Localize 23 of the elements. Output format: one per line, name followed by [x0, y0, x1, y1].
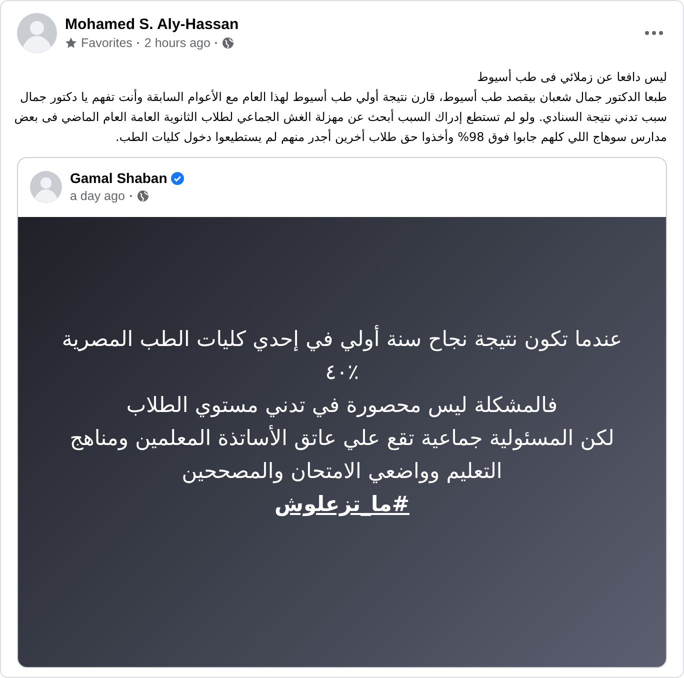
post-text: مدارس سوهاج اللي كلهم جابوا فوق 98% وأخذوا حق طلاب أخرين أجدر منهم لم يستطيعوا دخول كليات الطب. [114, 128, 667, 146]
separator-dot [130, 195, 132, 197]
post-text: سبب تدني نتيجة السنادي. ولو لم تستطع إدراك السبب أبحث عن مهزلة الغش الجماعي لطلاب الثانوية العامة العام الماضي فى بعض [17, 108, 667, 126]
post-time[interactable]: a day ago [70, 189, 125, 203]
globe-icon [222, 37, 234, 49]
author-name[interactable]: Mohamed S. Aly-Hassan [65, 16, 633, 33]
post-text: ٪٤٠ [325, 359, 359, 386]
post-text: التعليم وواضعي الامتحان والمصححين [182, 458, 502, 486]
avatar[interactable] [17, 13, 57, 53]
post-text: فالمشكلة ليس محصورة في تدني مستوي الطلاب [126, 392, 558, 420]
hashtag-link[interactable]: #ما_تزعلوش [274, 488, 410, 521]
author-name[interactable]: Gamal Shaban [70, 170, 168, 186]
separator-dot [137, 42, 140, 44]
post-time[interactable]: 2 hours ago [144, 36, 210, 50]
audience-label: Favorites [81, 36, 132, 50]
post-text: لكن المسئولية جماعية تقع علي عاتق الأساتذة المعلمين ومناهج [70, 424, 614, 452]
post-text: طبعا الدكتور جمال شعبان بيقصد طب أسيوط، قارن نتيجة أولي طب أسيوط لهذا العام مع الأعوام السابقة وأنت تفهم يا دكتور جمال [18, 88, 667, 106]
post-text: عندما تكون نتيجة نجاح سنة أولي في إحدي كليات الطب المصرية [62, 324, 622, 354]
globe-icon [136, 190, 149, 202]
post-text: ليس دافعا عن زملائي فى طب أسيوط [476, 68, 667, 86]
separator-dot [215, 42, 218, 44]
star-icon [65, 37, 77, 49]
avatar[interactable] [30, 170, 62, 202]
